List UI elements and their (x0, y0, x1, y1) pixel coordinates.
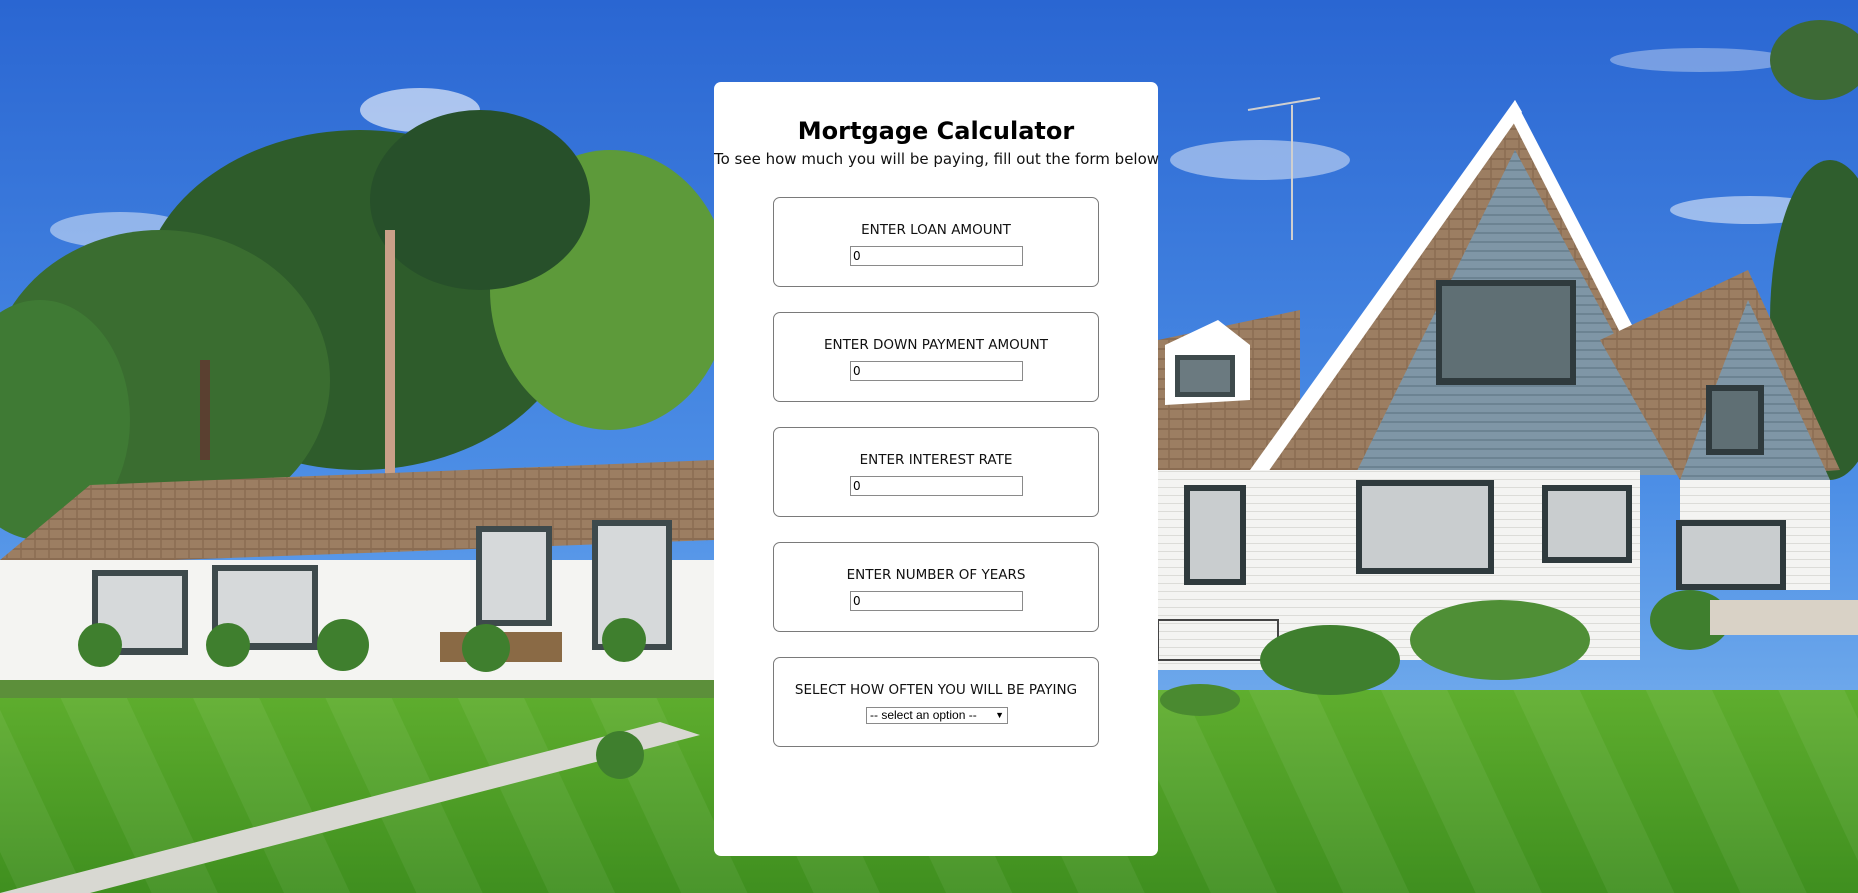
triangle-down-icon: ▼ (995, 710, 1004, 720)
down-payment-section: ENTER DOWN PAYMENT AMOUNT (773, 312, 1099, 402)
interest-rate-section: ENTER INTEREST RATE (773, 427, 1099, 517)
page: Mortgage Calculator To see how much you … (0, 0, 1858, 893)
loan-amount-label: ENTER LOAN AMOUNT (861, 222, 1011, 238)
calculator-card: Mortgage Calculator To see how much you … (714, 82, 1160, 856)
page-subtitle: To see how much you will be paying, fill… (714, 150, 1160, 168)
loan-amount-section: ENTER LOAN AMOUNT (773, 197, 1099, 287)
years-input[interactable] (850, 591, 1023, 611)
frequency-section: SELECT HOW OFTEN YOU WILL BE PAYING -- s… (773, 657, 1099, 747)
frequency-selected-value: -- select an option -- (870, 708, 977, 722)
years-section: ENTER NUMBER OF YEARS (773, 542, 1099, 632)
interest-rate-input[interactable] (850, 476, 1023, 496)
years-label: ENTER NUMBER OF YEARS (846, 567, 1026, 583)
interest-rate-label: ENTER INTEREST RATE (859, 452, 1013, 468)
page-title: Mortgage Calculator (797, 117, 1075, 145)
loan-amount-input[interactable] (850, 246, 1023, 266)
down-payment-label: ENTER DOWN PAYMENT AMOUNT (823, 337, 1049, 353)
down-payment-input[interactable] (850, 361, 1023, 381)
frequency-select[interactable]: -- select an option -- ▼ (866, 707, 1008, 724)
frequency-label: SELECT HOW OFTEN YOU WILL BE PAYING (794, 682, 1078, 698)
